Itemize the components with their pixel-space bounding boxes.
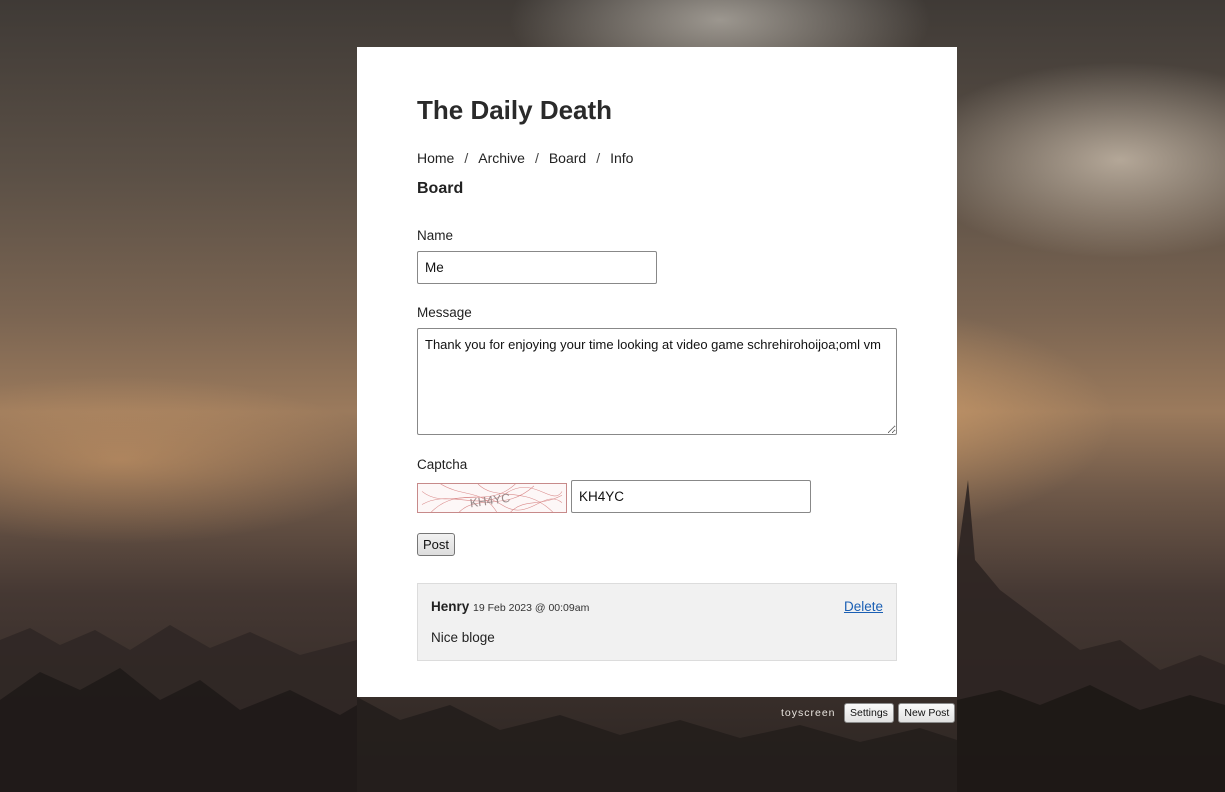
footer-toolbar: toyscreen Settings New Post — [781, 703, 956, 725]
nav-link-home[interactable]: Home — [417, 150, 454, 166]
comment-body: Nice bloge — [431, 630, 495, 645]
page-heading: Board — [417, 180, 464, 197]
new-post-button[interactable]: New Post — [898, 703, 956, 723]
name-label: Name — [417, 228, 454, 243]
main-panel: The Daily Death Home / Archive / Board / Info … — [357, 47, 957, 697]
captcha-input[interactable] — [571, 480, 811, 513]
captcha-text: KH4YC — [469, 491, 511, 511]
captcha-label: Captcha — [417, 457, 468, 472]
comment-card: Henry 19 Feb 2023 @ 00:09am Delete Nice … — [417, 583, 897, 661]
nav-link-archive[interactable]: Archive — [478, 150, 525, 166]
breadcrumb-nav: Home / Archive / Board / Info — [417, 150, 633, 166]
delete-comment-link[interactable]: Delete — [844, 599, 883, 614]
captcha-image: KH4YC — [417, 483, 567, 513]
message-textarea[interactable]: Thank you for enjoying your time looking… — [417, 328, 897, 435]
footer-brand: toyscreen — [781, 707, 836, 719]
message-label: Message — [417, 305, 472, 320]
post-button[interactable]: Post — [417, 533, 456, 556]
comment-date: 19 Feb 2023 @ 00:09am — [473, 602, 590, 614]
nav-link-info[interactable]: Info — [610, 150, 633, 166]
settings-button[interactable]: Settings — [843, 703, 894, 723]
comment-author: Henry — [431, 599, 470, 614]
nav-link-board[interactable]: Board — [549, 150, 586, 166]
name-input[interactable] — [417, 251, 657, 284]
site-title: The Daily Death — [417, 95, 613, 125]
nav-separator: / — [534, 150, 539, 166]
nav-separator: / — [464, 150, 469, 166]
nav-separator: / — [596, 150, 601, 166]
